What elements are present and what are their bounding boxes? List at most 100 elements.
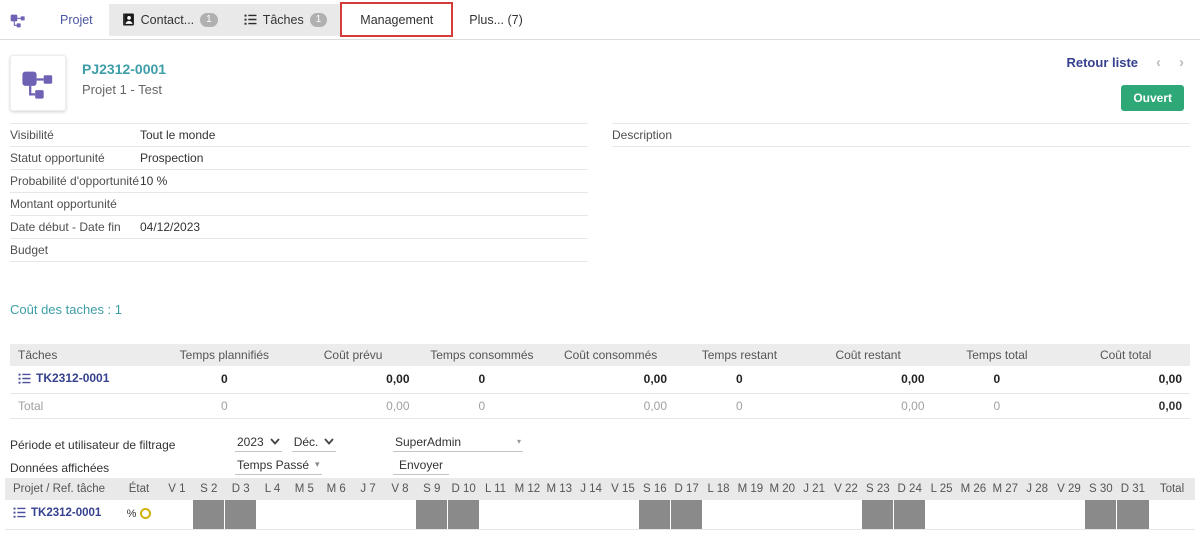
weekend-day-cell[interactable] xyxy=(192,499,226,530)
column-header-day: S 23 xyxy=(861,477,894,500)
caret-down-icon: ▾ xyxy=(516,437,521,446)
day-cell[interactable] xyxy=(607,499,640,530)
column-header-state: État xyxy=(117,477,161,500)
data-type-select-value: Temps Passé xyxy=(237,457,310,472)
tab-label: Projet xyxy=(60,12,93,27)
column-header-day: D 17 xyxy=(670,477,703,500)
next-record-icon[interactable]: › xyxy=(1179,55,1184,70)
weekend-day-cell[interactable] xyxy=(861,499,895,530)
title-block: PJ2312-0001 Projet 1 - Test xyxy=(82,55,166,111)
tab-management[interactable]: Management xyxy=(340,2,454,37)
day-cell[interactable] xyxy=(352,499,385,530)
column-header: Temps consommés xyxy=(417,344,547,366)
value-cell: 0 xyxy=(675,393,804,419)
task-link[interactable]: TK2312-0001 xyxy=(18,371,109,385)
task-list-icon xyxy=(244,13,257,26)
detail-row: Visibilité Tout le monde xyxy=(10,124,588,147)
day-cell[interactable] xyxy=(766,499,799,530)
value-cell: 0 xyxy=(160,366,289,394)
data-type-select[interactable]: Temps Passé ▾ xyxy=(235,458,322,475)
weekend-day-cell[interactable] xyxy=(415,499,449,530)
day-cell[interactable] xyxy=(734,499,767,530)
task-link[interactable]: TK2312-0001 xyxy=(13,506,101,519)
status-ouvert-button[interactable]: Ouvert xyxy=(1121,85,1184,111)
column-header-day: S 16 xyxy=(638,477,671,500)
caret-down-icon: ▾ xyxy=(315,459,320,469)
tab-plus[interactable]: Plus... (7) xyxy=(453,4,539,36)
back-to-list-link[interactable]: Retour liste xyxy=(1066,55,1138,70)
percent-label: % xyxy=(126,508,137,521)
tab-label: Tâches xyxy=(262,12,304,27)
day-cell[interactable] xyxy=(575,499,608,530)
column-header-day: V 29 xyxy=(1053,477,1085,500)
day-cell[interactable] xyxy=(830,499,863,530)
column-header: Coût consommés xyxy=(546,344,675,366)
weekend-day-cell[interactable] xyxy=(1084,499,1118,530)
column-header-day: M 27 xyxy=(989,477,1022,500)
weekend-day-cell[interactable] xyxy=(1116,499,1150,530)
prev-record-icon[interactable]: ‹ xyxy=(1156,55,1161,70)
day-cell[interactable] xyxy=(161,499,194,530)
day-cell[interactable] xyxy=(543,499,576,530)
cost-table-header-row: Tâches Temps plannifiés Coût prévu Temps co… xyxy=(10,344,1190,366)
detail-value: 04/12/2023 xyxy=(140,220,201,234)
weekend-day-cell[interactable] xyxy=(893,499,927,530)
day-cell[interactable] xyxy=(288,499,321,530)
column-header-day: L 25 xyxy=(925,477,958,500)
weekend-day-cell[interactable] xyxy=(224,499,258,530)
user-select[interactable]: SuperAdmin ▾ xyxy=(393,435,523,452)
tab-contact[interactable]: Contact... 1 xyxy=(108,3,231,36)
tab-projet[interactable]: Projet xyxy=(44,4,109,36)
value-cell: 0,00 xyxy=(1061,366,1190,394)
day-cell[interactable] xyxy=(702,499,735,530)
detail-value: Prospection xyxy=(140,151,204,165)
detail-label: Probabilité d'opportunité xyxy=(10,174,140,188)
day-cell[interactable] xyxy=(798,499,831,530)
record-header: PJ2312-0001 Projet 1 - Test Retour liste… xyxy=(0,40,1200,121)
value-cell: 0 xyxy=(932,393,1062,419)
period-filter-label: Période et utilisateur de filtrage xyxy=(10,437,176,452)
task-list-icon xyxy=(18,372,31,385)
data-filter-label: Données affichées xyxy=(10,460,110,475)
task-cell: Total xyxy=(10,393,160,419)
day-cell[interactable] xyxy=(989,499,1022,530)
value-cell: 0,00 xyxy=(1061,393,1190,419)
column-header-day: M 20 xyxy=(766,477,799,500)
year-select[interactable]: 2023 xyxy=(235,435,282,452)
weekend-day-cell[interactable] xyxy=(638,499,672,530)
day-cell[interactable] xyxy=(256,499,289,530)
task-list-icon xyxy=(13,506,26,519)
month-select[interactable]: Déc. xyxy=(291,435,337,452)
column-header-day: J 14 xyxy=(575,477,608,500)
weekend-day-cell[interactable] xyxy=(670,499,704,530)
value-cell: 0,00 xyxy=(288,393,418,419)
column-header-day: L 18 xyxy=(702,477,735,500)
contact-book-icon xyxy=(122,13,135,26)
calendar-header-row: Projet / Ref. tâche État V 1S 2D 3L 4M 5M … xyxy=(5,477,1195,500)
envoyer-button[interactable]: Envoyer xyxy=(393,458,450,475)
weekend-day-cell[interactable] xyxy=(447,499,481,530)
day-cell[interactable] xyxy=(320,499,353,530)
project-management-page: Projet Contact... 1 Tâches 1 Management Plus..… xyxy=(0,0,1200,538)
year-select-value: 2023 xyxy=(237,434,264,449)
day-cell[interactable] xyxy=(925,499,958,530)
column-header-day: M 26 xyxy=(957,477,990,500)
column-header-day: M 5 xyxy=(288,477,321,500)
day-cell[interactable] xyxy=(511,499,544,530)
timesheet-calendar-table: Projet / Ref. tâche État V 1S 2D 3L 4M 5M … xyxy=(5,477,1195,530)
day-cell[interactable] xyxy=(384,499,417,530)
tab-count-badge: 1 xyxy=(200,12,218,27)
details-left-column: Visibilité Tout le monde Statut opportunit… xyxy=(10,123,588,262)
day-cell[interactable] xyxy=(957,499,990,530)
day-cell[interactable] xyxy=(479,499,512,530)
column-header-day: J 28 xyxy=(1021,477,1054,500)
column-header-day: D 31 xyxy=(1116,477,1149,500)
description-label: Description xyxy=(612,128,673,142)
details-grid: Visibilité Tout le monde Statut opportunit… xyxy=(10,123,1190,262)
day-cell[interactable] xyxy=(1021,499,1054,530)
tab-taches[interactable]: Tâches 1 xyxy=(230,3,341,36)
column-header: Coût restant xyxy=(803,344,933,366)
project-code: PJ2312-0001 xyxy=(82,61,167,77)
detail-label: Montant opportunité xyxy=(10,197,117,211)
day-cell[interactable] xyxy=(1053,499,1086,530)
